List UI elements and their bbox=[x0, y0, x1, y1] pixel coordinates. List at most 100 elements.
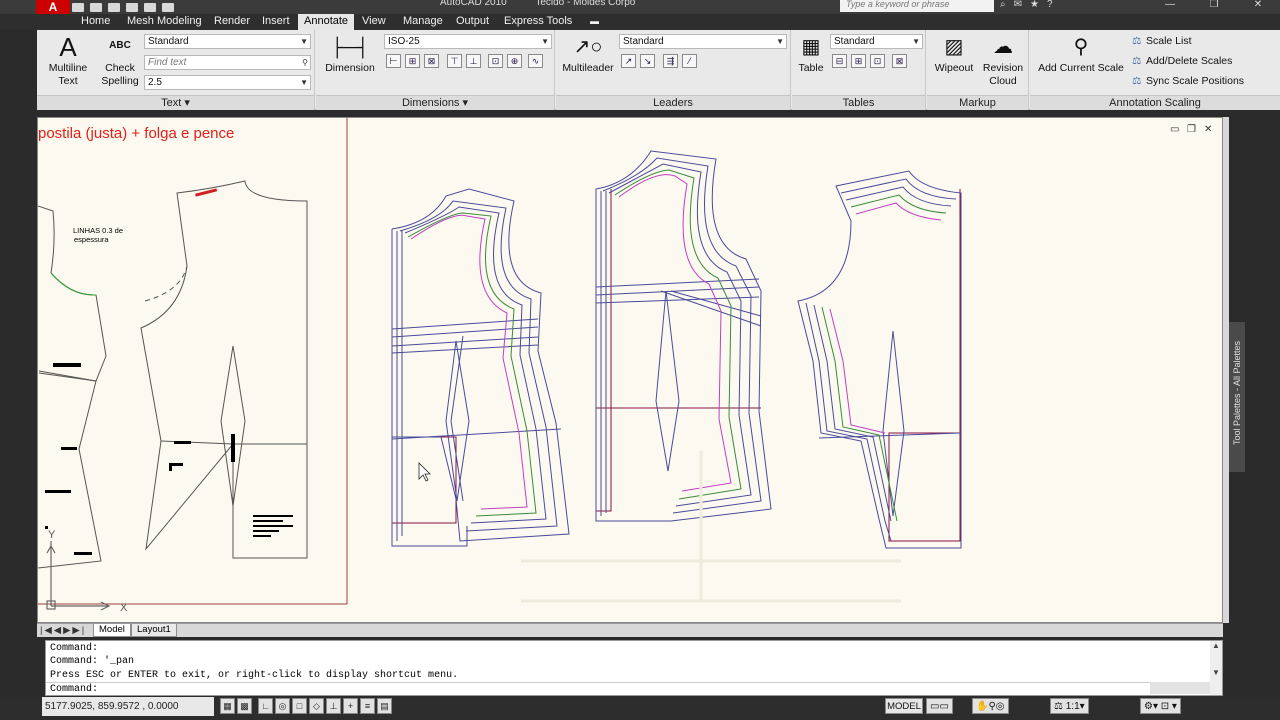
tab-manage[interactable]: Manage bbox=[397, 14, 449, 30]
leader-style-value: Standard bbox=[623, 36, 664, 47]
dimension-icon: ├─┤ bbox=[330, 37, 370, 57]
revision-cloud-button[interactable]: ☁ Revision Cloud bbox=[979, 34, 1027, 88]
table-style-select[interactable]: Standard ▼ bbox=[830, 34, 923, 49]
command-scrollbar[interactable]: ▲ ▼ bbox=[1210, 641, 1222, 695]
redo-icon[interactable] bbox=[144, 2, 156, 12]
dyn-toggle-icon[interactable]: + bbox=[343, 698, 358, 714]
tab-layout1[interactable]: Layout1 bbox=[131, 624, 177, 637]
pan-zoom-icons[interactable]: ✋⚲◎ bbox=[972, 698, 1009, 714]
leader-style-select[interactable]: Standard ▼ bbox=[619, 34, 787, 49]
new-icon[interactable] bbox=[72, 2, 84, 12]
add-leader-icon[interactable]: ↗ bbox=[621, 54, 636, 68]
model-space-button[interactable]: MODEL bbox=[885, 698, 923, 714]
binoculars-icon[interactable]: ⌕ bbox=[1000, 0, 1006, 10]
add-current-scale-button[interactable]: ⚲ Add Current Scale bbox=[1036, 34, 1126, 75]
tab-mesh-modeling[interactable]: Mesh Modeling bbox=[121, 14, 208, 30]
table-button[interactable]: ▦ Table bbox=[796, 34, 826, 75]
markup-panel-title[interactable]: Markup bbox=[927, 95, 1028, 110]
annotation-scaling-title[interactable]: Annotation Scaling bbox=[1030, 95, 1280, 110]
text-height-select[interactable]: 2.5 ▼ bbox=[144, 75, 311, 90]
tab-model[interactable]: Model bbox=[93, 624, 131, 637]
find-icon[interactable]: ⚲ bbox=[302, 56, 308, 69]
search-input[interactable]: Type a keyword or phrase bbox=[840, 0, 994, 12]
check-spelling-button[interactable]: ABC Check Spelling bbox=[97, 34, 143, 88]
scale-list-button[interactable]: ⚖ Scale List bbox=[1132, 35, 1192, 47]
polar-toggle-icon[interactable]: ◎ bbox=[275, 698, 290, 714]
dim-space-icon[interactable]: ⊞ bbox=[405, 54, 420, 68]
otrack-toggle-icon[interactable]: ◇ bbox=[309, 698, 324, 714]
download-icon[interactable]: ⊡ bbox=[870, 54, 885, 68]
dimensions-panel: ├─┤ Dimension ISO-25 ▼ ⊢ ⊞ ⊠ ⊤ ⊥ ⊡ ⊕ ∿ Di… bbox=[316, 30, 555, 110]
tab-render[interactable]: Render bbox=[208, 14, 256, 30]
annotation-scale-button[interactable]: ⚖ 1:1▾ bbox=[1050, 698, 1089, 714]
ribbon-toggle-icon[interactable]: ▬ bbox=[584, 14, 605, 30]
annotation-scale-value: 1:1 bbox=[1065, 701, 1080, 712]
tab-insert[interactable]: Insert bbox=[256, 14, 296, 30]
wipeout-label: Wipeout bbox=[934, 62, 974, 74]
dim-break-icon[interactable]: ⊠ bbox=[424, 54, 439, 68]
remove-leader-icon[interactable]: ↘ bbox=[640, 54, 655, 68]
link-data-icon[interactable]: ⊞ bbox=[851, 54, 866, 68]
quick-view-layouts-icon[interactable]: ▭▭ bbox=[926, 698, 953, 714]
dim-style-select[interactable]: ISO-25 ▼ bbox=[384, 34, 552, 49]
text-panel-title[interactable]: Text ▾ bbox=[37, 95, 314, 110]
find-text-input[interactable]: Find text ⚲ bbox=[144, 55, 311, 70]
help-icon[interactable]: ? bbox=[1047, 0, 1053, 10]
quick-properties-icon[interactable]: ▤ bbox=[377, 698, 392, 714]
wipeout-button[interactable]: ▨ Wipeout bbox=[929, 34, 979, 75]
open-icon[interactable] bbox=[90, 2, 102, 12]
tolerance-icon[interactable]: ⊡ bbox=[488, 54, 503, 68]
close-button[interactable]: ✕ bbox=[1236, 0, 1280, 10]
upload-icon[interactable]: ⊠ bbox=[892, 54, 907, 68]
save-icon[interactable] bbox=[108, 2, 120, 12]
baseline-dim-icon[interactable]: ⊥ bbox=[466, 54, 481, 68]
tables-panel-title[interactable]: Tables bbox=[792, 95, 925, 110]
ortho-toggle-icon[interactable]: ∟ bbox=[258, 698, 273, 714]
grid-toggle-icon[interactable]: ▩ bbox=[237, 698, 252, 714]
maximize-button[interactable]: ❐ bbox=[1192, 0, 1236, 10]
pattern-drawing[interactable]: postila (justa) + folga e pence LINHAS 0… bbox=[38, 118, 1223, 623]
layout-nav-arrows[interactable]: |◀◀▶▶| bbox=[40, 625, 86, 636]
jogged-linear-icon[interactable]: ∿ bbox=[528, 54, 543, 68]
layout-tabs-bar: |◀◀▶▶| Model Layout1 bbox=[37, 623, 1223, 637]
tab-home[interactable]: Home bbox=[75, 14, 116, 30]
add-delete-scales-button[interactable]: ⚖ Add/Delete Scales bbox=[1132, 55, 1232, 67]
multileader-button[interactable]: ↗○ Multileader bbox=[560, 34, 616, 75]
osnap-toggle-icon[interactable]: □ bbox=[292, 698, 307, 714]
drawing-canvas[interactable]: postila (justa) + folga e pence LINHAS 0… bbox=[37, 117, 1223, 623]
minimize-button[interactable]: — bbox=[1148, 0, 1192, 10]
tab-output[interactable]: Output bbox=[450, 14, 495, 30]
align-leaders-icon[interactable]: ⇶ bbox=[663, 54, 678, 68]
application-menu-button[interactable]: A bbox=[36, 0, 70, 14]
tab-express-tools[interactable]: Express Tools bbox=[498, 14, 578, 30]
viewport-close-icon[interactable]: ✕ bbox=[1204, 124, 1212, 135]
dimension-label: Dimension bbox=[325, 62, 375, 74]
ducs-toggle-icon[interactable]: ⊥ bbox=[326, 698, 341, 714]
extract-data-icon[interactable]: ⊟ bbox=[832, 54, 847, 68]
dimension-button[interactable]: ├─┤ Dimension bbox=[320, 34, 380, 75]
command-input[interactable]: Command: bbox=[46, 682, 1222, 695]
tab-view[interactable]: View bbox=[356, 14, 392, 30]
undo-icon[interactable] bbox=[126, 2, 138, 12]
quick-dimension-icon[interactable]: ⊢ bbox=[386, 54, 401, 68]
tables-panel-title-label: Tables bbox=[842, 97, 875, 109]
sync-scale-positions-button[interactable]: ⚖ Sync Scale Positions bbox=[1132, 75, 1244, 87]
horizontal-scrollbar[interactable] bbox=[1150, 682, 1210, 694]
favorites-star-icon[interactable]: ★ bbox=[1030, 0, 1039, 10]
collect-leaders-icon[interactable]: ⁄ bbox=[682, 54, 697, 68]
leaders-panel-title[interactable]: Leaders bbox=[556, 95, 790, 110]
multiline-text-button[interactable]: A Multiline Text bbox=[43, 34, 93, 88]
snap-toggle-icon[interactable]: ▦ bbox=[220, 698, 235, 714]
communication-icon[interactable]: ✉ bbox=[1014, 0, 1022, 10]
viewport-restore-icon[interactable]: ❐ bbox=[1187, 124, 1196, 135]
viewport-minimize-icon[interactable]: ▭ bbox=[1170, 124, 1179, 135]
workspace-switching-icon[interactable]: ⚙▾ ⊡ ▾ bbox=[1140, 698, 1181, 714]
continue-dim-icon[interactable]: ⊤ bbox=[447, 54, 462, 68]
text-style-select[interactable]: Standard ▼ bbox=[144, 34, 311, 49]
tool-palettes-bar[interactable]: Tool Palettes - All Palettes bbox=[1229, 322, 1245, 472]
center-mark-icon[interactable]: ⊕ bbox=[507, 54, 522, 68]
plot-icon[interactable] bbox=[162, 2, 174, 12]
tab-annotate[interactable]: Annotate bbox=[298, 14, 355, 30]
dimensions-panel-title[interactable]: Dimensions ▾ bbox=[316, 95, 554, 110]
lineweight-toggle-icon[interactable]: ≡ bbox=[360, 698, 375, 714]
